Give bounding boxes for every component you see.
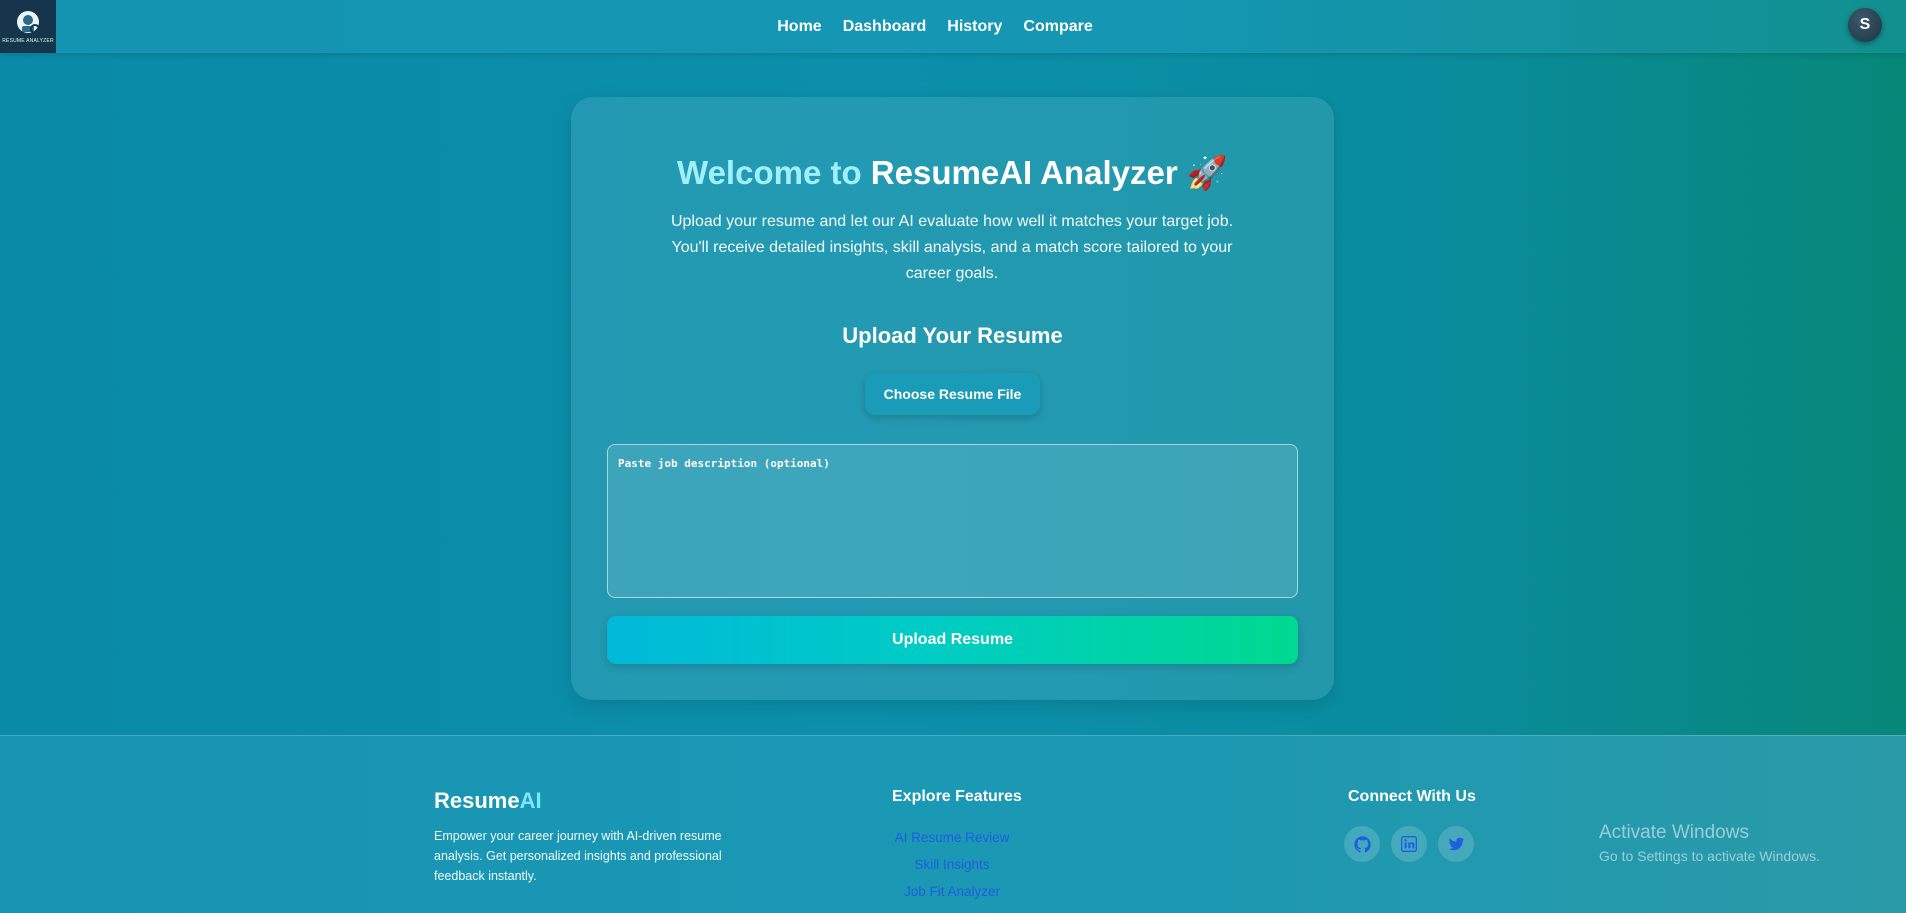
upload-resume-button[interactable]: Upload Resume (607, 616, 1298, 664)
social-links (1344, 826, 1474, 862)
linkedin-link[interactable] (1391, 826, 1427, 862)
brand-part-resume: Resume (434, 788, 520, 813)
github-icon (1353, 835, 1371, 852)
twitter-icon (1448, 837, 1464, 850)
job-description-input[interactable] (607, 444, 1298, 598)
choose-file-button[interactable]: Choose Resume File (865, 373, 1040, 415)
upload-section-title: Upload Your Resume (842, 323, 1063, 348)
brand-part-ai: AI (519, 788, 542, 813)
navbar: RESUME ANALYZER Home Dashboard History C… (0, 0, 1906, 53)
feature-link-job-fit[interactable]: Job Fit Analyzer (852, 878, 1052, 905)
user-avatar[interactable]: S (1848, 8, 1882, 42)
windows-activation-watermark: Activate Windows Go to Settings to activ… (1599, 822, 1820, 866)
nav-link-history[interactable]: History (947, 18, 1002, 36)
connect-heading: Connect With Us (1348, 788, 1476, 805)
feature-link-resume-review[interactable]: AI Resume Review (852, 824, 1052, 851)
title-welcome: Welcome to (677, 154, 862, 191)
intro-text: Upload your resume and let our AI evalua… (670, 213, 1234, 282)
page-title: Welcome to ResumeAI Analyzer 🚀 (571, 153, 1334, 193)
rocket-icon: 🚀 (1186, 154, 1228, 191)
upload-card: Welcome to ResumeAI Analyzer 🚀 Upload yo… (571, 97, 1334, 700)
github-link[interactable] (1344, 826, 1380, 862)
feature-link-career-recs[interactable]: Career Recommendations (852, 905, 1052, 913)
activation-title: Activate Windows (1599, 822, 1749, 843)
title-app-name: ResumeAI Analyzer (870, 154, 1178, 191)
twitter-link[interactable] (1438, 826, 1474, 862)
nav-link-dashboard[interactable]: Dashboard (843, 18, 927, 36)
footer-brand: ResumeAI (434, 788, 542, 814)
linkedin-icon (1401, 836, 1417, 852)
nav-link-home[interactable]: Home (777, 18, 821, 36)
nav-link-compare[interactable]: Compare (1023, 18, 1092, 36)
footer-description: Empower your career journey with AI-driv… (434, 829, 722, 883)
feature-link-skill-insights[interactable]: Skill Insights (852, 851, 1052, 878)
activation-subtitle: Go to Settings to activate Windows. (1599, 848, 1820, 864)
main-nav: Home Dashboard History Compare (0, 0, 1906, 53)
features-heading: Explore Features (892, 788, 1022, 805)
features-list: AI Resume Review Skill Insights Job Fit … (852, 824, 1052, 913)
